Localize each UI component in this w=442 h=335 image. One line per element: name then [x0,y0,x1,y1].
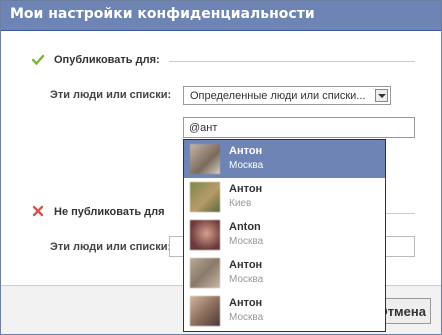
avatar [190,144,220,174]
avatar [190,220,220,250]
chevron-down-icon[interactable] [375,89,388,102]
suggestion-name: Антон [229,183,263,195]
divider [169,61,415,62]
not-publish-heading: Не публиковать для [54,206,165,218]
suggestion-city: Киев [229,198,252,209]
suggestion-name: Антон [229,259,263,271]
check-icon [31,54,45,66]
cross-icon [32,205,44,217]
autocomplete-dropdown: Антон Москва Антон Киев Anton Москва Ант… [183,139,386,332]
suggestion-item[interactable]: Антон Москва [184,292,385,330]
suggestion-city: Москва [229,160,264,171]
publish-heading: Опубликовать для: [54,54,160,66]
dialog-title-bar: Мои настройки конфиденциальности [1,1,441,31]
avatar [190,258,220,288]
dialog-title: Мои настройки конфиденциальности [10,6,315,22]
suggestion-name: Антон [229,145,263,157]
publish-people-label: Эти люди или списки: [50,89,172,101]
suggestion-item[interactable]: Anton Москва [184,216,385,254]
suggestion-name: Anton [229,221,261,233]
suggestion-city: Москва [229,312,264,323]
suggestion-item[interactable]: Антон Москва [184,140,385,178]
suggestion-name: Антон [229,297,263,309]
not-publish-people-label: Эти люди или списки: [50,241,172,253]
privacy-settings-dialog: Мои настройки конфиденциальности Опублик… [0,0,442,335]
suggestion-city: Москва [229,236,264,247]
avatar [190,182,220,212]
divider [386,213,415,214]
audience-select[interactable]: Определенные люди или списки... [183,86,391,105]
suggestion-city: Москва [229,274,264,285]
audience-select-value: Определенные люди или списки... [190,90,366,102]
suggestion-item[interactable]: Антон Киев [184,178,385,216]
people-search-input[interactable] [183,117,415,138]
avatar [190,296,220,326]
suggestion-item[interactable]: Антон Москва [184,254,385,292]
